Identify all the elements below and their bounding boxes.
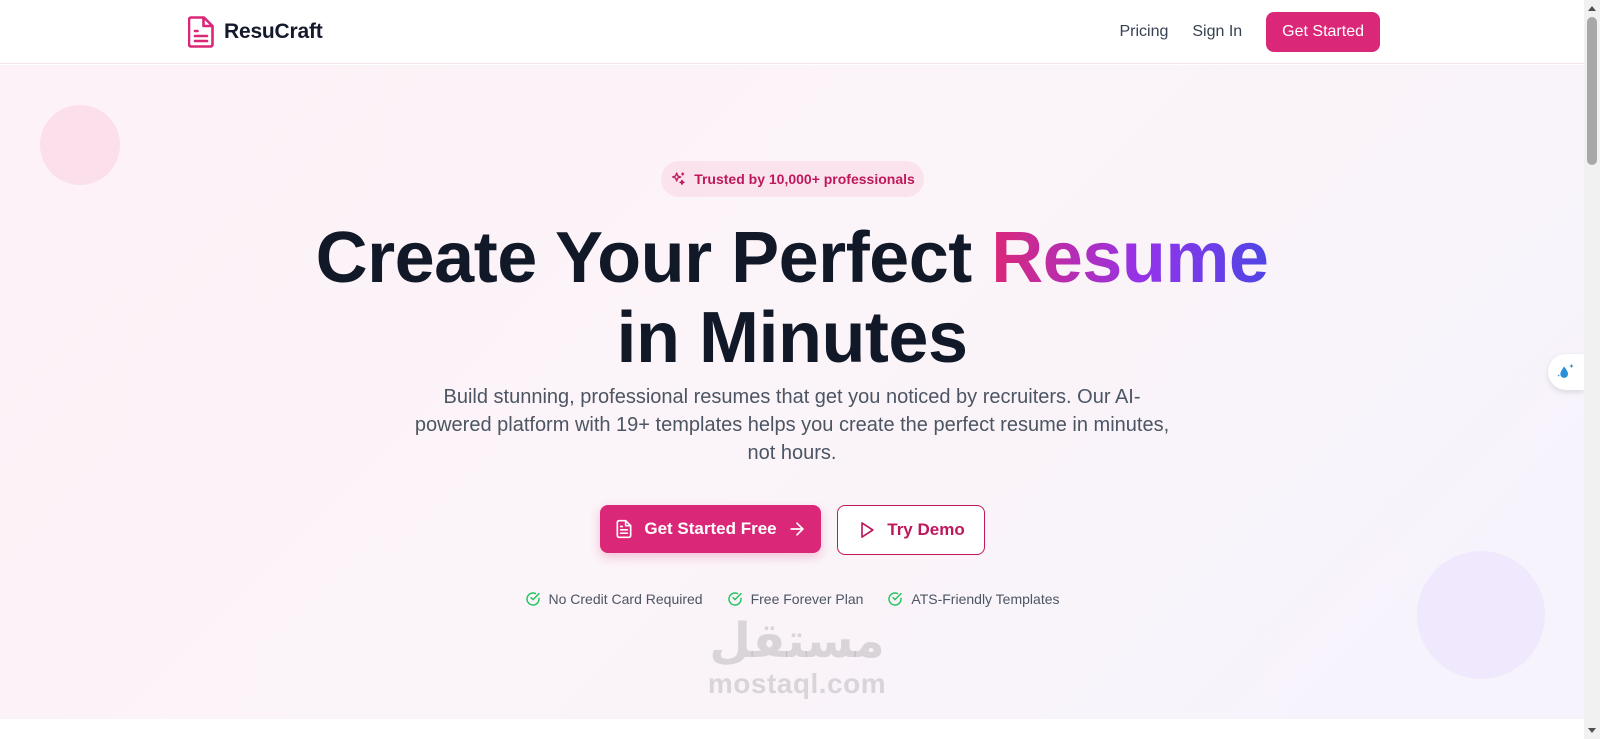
try-demo-button[interactable]: Try Demo (837, 505, 985, 555)
check-circle-icon (888, 592, 903, 606)
scroll-down-arrow-icon[interactable] (1588, 728, 1596, 733)
nav-get-started-button[interactable]: Get Started (1266, 12, 1380, 52)
brand-logo[interactable]: ResuCraft (188, 16, 323, 48)
feature-label: Free Forever Plan (750, 591, 864, 607)
scroll-thumb[interactable] (1587, 17, 1597, 165)
trust-badge: Trusted by 10,000+ professionals (661, 161, 924, 197)
sparkles-icon (672, 172, 685, 185)
hero-headline: Create Your Perfect Resume in Minutes (0, 218, 1584, 378)
file-text-icon (616, 519, 632, 539)
site-header: ResuCraft Pricing Sign In Get Started (0, 0, 1584, 64)
get-started-free-button[interactable]: Get Started Free (600, 505, 821, 553)
nav-sign-in-link[interactable]: Sign In (1192, 23, 1242, 41)
watermark-arabic: مستقل (709, 613, 885, 669)
feature-label: ATS-Friendly Templates (911, 591, 1060, 607)
trust-badge-text: Trusted by 10,000+ professionals (694, 171, 915, 187)
headline-part-1: Create Your Perfect (315, 218, 992, 298)
check-circle-icon (727, 592, 742, 606)
document-icon (188, 16, 214, 48)
try-demo-label: Try Demo (887, 520, 965, 539)
headline-part-2: in Minutes (616, 298, 969, 378)
headline-highlight: Resume (991, 218, 1269, 298)
top-nav: Pricing Sign In Get Started (1119, 12, 1380, 52)
feature-list: No Credit Card Required Free Forever Pla… (0, 591, 1584, 607)
feature-item: No Credit Card Required (525, 591, 703, 607)
check-circle-icon (525, 592, 540, 606)
floating-widget-button[interactable] (1548, 354, 1584, 390)
watermark: مستقل mostaql.com (697, 613, 897, 709)
arrow-right-icon (789, 522, 804, 536)
hero-subheadline: Build stunning, professional resumes tha… (414, 386, 1170, 464)
droplet-sparkle-icon (1557, 363, 1574, 378)
play-icon (861, 522, 874, 538)
hero-section: Trusted by 10,000+ professionals Create … (0, 65, 1584, 719)
feature-item: ATS-Friendly Templates (887, 591, 1060, 607)
nav-pricing-link[interactable]: Pricing (1119, 23, 1168, 41)
get-started-free-label: Get Started Free (644, 519, 777, 538)
brand-name: ResuCraft (224, 20, 323, 43)
page-scrollbar[interactable] (1584, 0, 1600, 739)
feature-label: No Credit Card Required (548, 591, 703, 607)
watermark-latin: mostaql.com (707, 668, 887, 699)
scroll-up-arrow-icon[interactable] (1588, 6, 1596, 11)
feature-item: Free Forever Plan (727, 591, 864, 607)
decorative-circle-lavender (1417, 551, 1545, 679)
decorative-circle-pink (40, 105, 120, 185)
